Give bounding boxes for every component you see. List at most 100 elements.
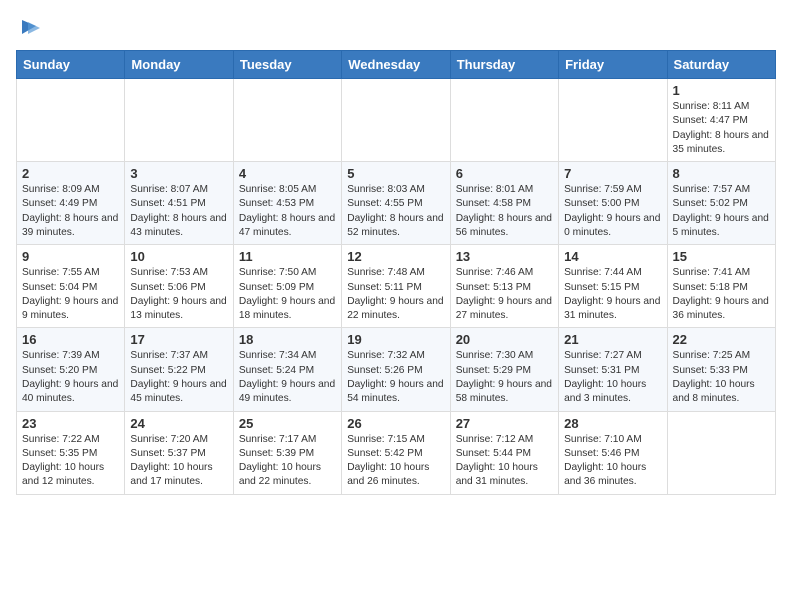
day-info: Sunrise: 7:39 AM Sunset: 5:20 PM Dayligh… [22, 349, 119, 406]
calendar-cell: 3 Sunrise: 8:07 AM Sunset: 4:51 PM Daylig… [125, 162, 233, 245]
day-info: Sunrise: 7:20 AM Sunset: 5:37 PM Dayligh… [130, 433, 227, 490]
day-number: 7 [564, 166, 661, 181]
col-header-tuesday: Tuesday [233, 51, 341, 79]
day-number: 9 [22, 249, 119, 264]
calendar-header-row: SundayMondayTuesdayWednesdayThursdayFrid… [17, 51, 776, 79]
day-info: Sunrise: 7:53 AM Sunset: 5:06 PM Dayligh… [130, 266, 227, 323]
calendar-cell [559, 79, 667, 162]
day-info: Sunrise: 7:46 AM Sunset: 5:13 PM Dayligh… [456, 266, 553, 323]
day-info: Sunrise: 7:59 AM Sunset: 5:00 PM Dayligh… [564, 183, 661, 240]
calendar-week-2: 2 Sunrise: 8:09 AM Sunset: 4:49 PM Daylig… [17, 162, 776, 245]
calendar-cell: 9 Sunrise: 7:55 AM Sunset: 5:04 PM Daylig… [17, 245, 125, 328]
calendar-cell: 1Sunrise: 8:11 AM Sunset: 4:47 PM Daylig… [667, 79, 775, 162]
day-info: Sunrise: 7:57 AM Sunset: 5:02 PM Dayligh… [673, 183, 770, 240]
calendar-cell: 12 Sunrise: 7:48 AM Sunset: 5:11 PM Dayli… [342, 245, 450, 328]
logo [16, 16, 40, 38]
calendar-cell [667, 411, 775, 494]
calendar-week-3: 9 Sunrise: 7:55 AM Sunset: 5:04 PM Daylig… [17, 245, 776, 328]
calendar-cell: 19 Sunrise: 7:32 AM Sunset: 5:26 PM Dayli… [342, 328, 450, 411]
day-number: 6 [456, 166, 553, 181]
calendar-cell: 27Sunrise: 7:12 AM Sunset: 5:44 PM Dayli… [450, 411, 558, 494]
day-number: 16 [22, 332, 119, 347]
day-number: 28 [564, 416, 661, 431]
calendar-cell [233, 79, 341, 162]
day-info: Sunrise: 7:27 AM Sunset: 5:31 PM Dayligh… [564, 349, 661, 406]
col-header-wednesday: Wednesday [342, 51, 450, 79]
calendar-cell: 10 Sunrise: 7:53 AM Sunset: 5:06 PM Dayli… [125, 245, 233, 328]
calendar-cell: 25 Sunrise: 7:17 AM Sunset: 5:39 PM Dayli… [233, 411, 341, 494]
calendar-cell: 4 Sunrise: 8:05 AM Sunset: 4:53 PM Daylig… [233, 162, 341, 245]
day-number: 24 [130, 416, 227, 431]
calendar-cell: 13 Sunrise: 7:46 AM Sunset: 5:13 PM Dayli… [450, 245, 558, 328]
col-header-friday: Friday [559, 51, 667, 79]
day-number: 5 [347, 166, 444, 181]
day-number: 25 [239, 416, 336, 431]
day-info: Sunrise: 8:05 AM Sunset: 4:53 PM Dayligh… [239, 183, 336, 240]
calendar-cell: 2 Sunrise: 8:09 AM Sunset: 4:49 PM Daylig… [17, 162, 125, 245]
day-info: Sunrise: 7:22 AM Sunset: 5:35 PM Dayligh… [22, 433, 119, 490]
day-number: 3 [130, 166, 227, 181]
day-number: 19 [347, 332, 444, 347]
calendar-cell: 16 Sunrise: 7:39 AM Sunset: 5:20 PM Dayli… [17, 328, 125, 411]
day-info: Sunrise: 7:55 AM Sunset: 5:04 PM Dayligh… [22, 266, 119, 323]
day-info: Sunrise: 7:48 AM Sunset: 5:11 PM Dayligh… [347, 266, 444, 323]
col-header-monday: Monday [125, 51, 233, 79]
day-number: 21 [564, 332, 661, 347]
calendar-cell [125, 79, 233, 162]
calendar-cell: 14 Sunrise: 7:44 AM Sunset: 5:15 PM Dayli… [559, 245, 667, 328]
day-info: Sunrise: 8:11 AM Sunset: 4:47 PM Dayligh… [673, 100, 770, 157]
day-number: 11 [239, 249, 336, 264]
col-header-sunday: Sunday [17, 51, 125, 79]
calendar-cell: 21 Sunrise: 7:27 AM Sunset: 5:31 PM Dayli… [559, 328, 667, 411]
day-number: 20 [456, 332, 553, 347]
day-number: 2 [22, 166, 119, 181]
page-header [16, 16, 776, 38]
calendar-table: SundayMondayTuesdayWednesdayThursdayFrid… [16, 50, 776, 495]
calendar-cell: 24 Sunrise: 7:20 AM Sunset: 5:37 PM Dayli… [125, 411, 233, 494]
day-number: 23 [22, 416, 119, 431]
calendar-week-4: 16 Sunrise: 7:39 AM Sunset: 5:20 PM Dayli… [17, 328, 776, 411]
calendar-cell: 7 Sunrise: 7:59 AM Sunset: 5:00 PM Daylig… [559, 162, 667, 245]
day-number: 17 [130, 332, 227, 347]
day-number: 13 [456, 249, 553, 264]
calendar-cell: 28 Sunrise: 7:10 AM Sunset: 5:46 PM Dayli… [559, 411, 667, 494]
day-number: 8 [673, 166, 770, 181]
calendar-cell: 11 Sunrise: 7:50 AM Sunset: 5:09 PM Dayli… [233, 245, 341, 328]
day-info: Sunrise: 7:15 AM Sunset: 5:42 PM Dayligh… [347, 433, 444, 490]
col-header-thursday: Thursday [450, 51, 558, 79]
calendar-cell: 22 Sunrise: 7:25 AM Sunset: 5:33 PM Dayli… [667, 328, 775, 411]
day-info: Sunrise: 8:09 AM Sunset: 4:49 PM Dayligh… [22, 183, 119, 240]
day-number: 14 [564, 249, 661, 264]
col-header-saturday: Saturday [667, 51, 775, 79]
day-number: 4 [239, 166, 336, 181]
day-info: Sunrise: 7:17 AM Sunset: 5:39 PM Dayligh… [239, 433, 336, 490]
calendar-cell: 23 Sunrise: 7:22 AM Sunset: 5:35 PM Dayli… [17, 411, 125, 494]
calendar-cell: 5Sunrise: 8:03 AM Sunset: 4:55 PM Daylig… [342, 162, 450, 245]
day-info: Sunrise: 7:50 AM Sunset: 5:09 PM Dayligh… [239, 266, 336, 323]
day-info: Sunrise: 7:34 AM Sunset: 5:24 PM Dayligh… [239, 349, 336, 406]
day-info: Sunrise: 7:30 AM Sunset: 5:29 PM Dayligh… [456, 349, 553, 406]
day-number: 18 [239, 332, 336, 347]
day-number: 27 [456, 416, 553, 431]
logo-icon [18, 16, 40, 38]
day-info: Sunrise: 7:25 AM Sunset: 5:33 PM Dayligh… [673, 349, 770, 406]
day-info: Sunrise: 7:44 AM Sunset: 5:15 PM Dayligh… [564, 266, 661, 323]
calendar-week-1: 1Sunrise: 8:11 AM Sunset: 4:47 PM Daylig… [17, 79, 776, 162]
day-number: 12 [347, 249, 444, 264]
day-info: Sunrise: 8:01 AM Sunset: 4:58 PM Dayligh… [456, 183, 553, 240]
day-info: Sunrise: 7:41 AM Sunset: 5:18 PM Dayligh… [673, 266, 770, 323]
calendar-cell: 20 Sunrise: 7:30 AM Sunset: 5:29 PM Dayli… [450, 328, 558, 411]
calendar-cell [17, 79, 125, 162]
day-info: Sunrise: 7:10 AM Sunset: 5:46 PM Dayligh… [564, 433, 661, 490]
day-number: 22 [673, 332, 770, 347]
day-info: Sunrise: 7:32 AM Sunset: 5:26 PM Dayligh… [347, 349, 444, 406]
day-number: 26 [347, 416, 444, 431]
day-info: Sunrise: 8:07 AM Sunset: 4:51 PM Dayligh… [130, 183, 227, 240]
calendar-cell: 17 Sunrise: 7:37 AM Sunset: 5:22 PM Dayli… [125, 328, 233, 411]
day-number: 10 [130, 249, 227, 264]
day-info: Sunrise: 7:37 AM Sunset: 5:22 PM Dayligh… [130, 349, 227, 406]
calendar-cell: 15Sunrise: 7:41 AM Sunset: 5:18 PM Dayli… [667, 245, 775, 328]
calendar-cell: 8 Sunrise: 7:57 AM Sunset: 5:02 PM Daylig… [667, 162, 775, 245]
calendar-cell: 18 Sunrise: 7:34 AM Sunset: 5:24 PM Dayli… [233, 328, 341, 411]
calendar-week-5: 23 Sunrise: 7:22 AM Sunset: 5:35 PM Dayli… [17, 411, 776, 494]
